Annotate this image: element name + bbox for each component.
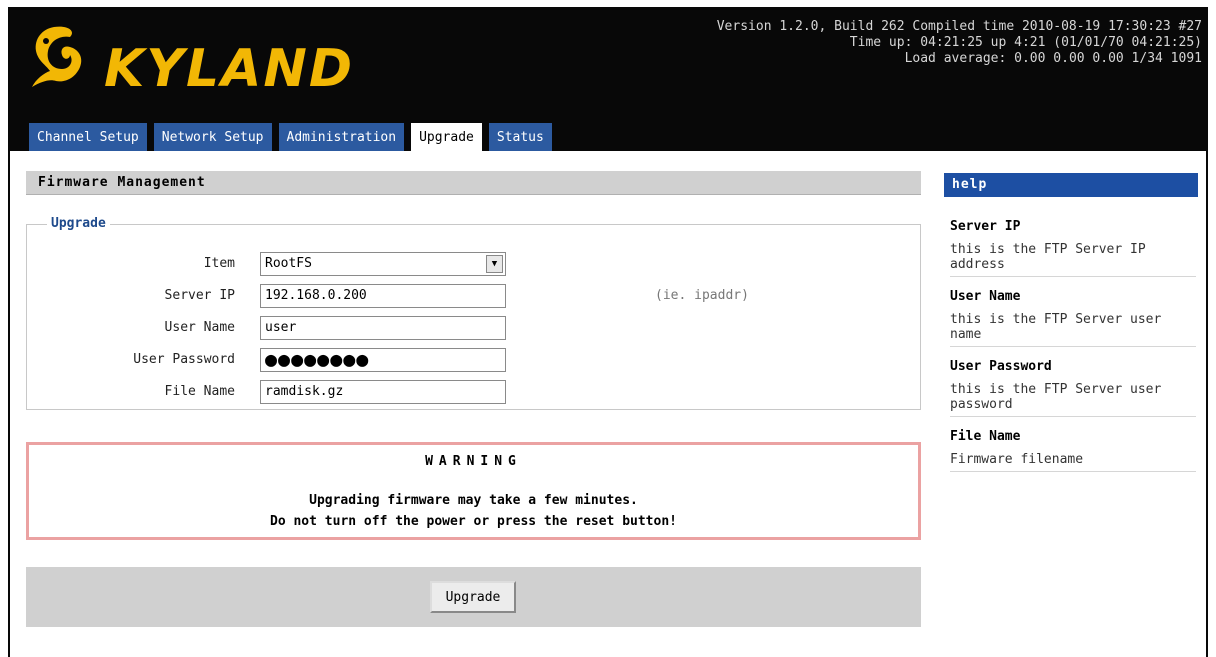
item-selected-value: RootFS bbox=[265, 256, 312, 271]
server-ip-hint: (ie. ipaddr) bbox=[655, 288, 749, 303]
help-heading: File Name bbox=[950, 429, 1021, 444]
kyland-dragon-icon bbox=[32, 26, 82, 87]
app-frame: KYLAND Version 1.2.0, Build 262 Compiled… bbox=[8, 7, 1208, 657]
help-description: this is the FTP Server user name bbox=[950, 312, 1162, 342]
user-name-input[interactable]: user bbox=[260, 316, 506, 340]
help-title: help bbox=[944, 173, 1198, 197]
warning-line-2: Do not turn off the power or press the r… bbox=[270, 514, 677, 529]
user-name-row: User Name user bbox=[27, 316, 907, 340]
file-name-row: File Name ramdisk.gz bbox=[27, 380, 907, 404]
button-bar: Upgrade bbox=[26, 567, 921, 627]
upgrade-fieldset: Upgrade Item RootFS ▼ Server IP 192.168.… bbox=[26, 216, 921, 410]
user-password-label: User Password bbox=[133, 352, 235, 367]
item-label: Item bbox=[203, 256, 235, 271]
file-name-input[interactable]: ramdisk.gz bbox=[260, 380, 506, 404]
chevron-down-icon[interactable]: ▼ bbox=[486, 255, 503, 273]
file-name-label: File Name bbox=[164, 384, 235, 399]
server-ip-label: Server IP bbox=[164, 288, 235, 303]
help-description: this is the FTP Server user password bbox=[950, 382, 1162, 412]
help-panel: Server IP this is the FTP Server IP addr… bbox=[950, 219, 1196, 484]
user-password-row: User Password ●●●●●●●● bbox=[27, 348, 907, 372]
user-password-input[interactable]: ●●●●●●●● bbox=[260, 348, 506, 372]
help-description: Firmware filename bbox=[950, 452, 1084, 467]
upgrade-button[interactable]: Upgrade bbox=[430, 581, 516, 613]
version-line: Version 1.2.0, Build 262 Compiled time 2… bbox=[716, 19, 1202, 34]
warning-line-1: Upgrading firmware may take a few minute… bbox=[309, 493, 638, 508]
help-item: Server IP this is the FTP Server IP addr… bbox=[950, 219, 1196, 277]
tab-administration[interactable]: Administration bbox=[278, 123, 405, 151]
tab-upgrade[interactable]: Upgrade bbox=[411, 123, 482, 151]
logo: KYLAND bbox=[24, 21, 364, 101]
help-heading: Server IP bbox=[950, 219, 1021, 234]
server-ip-row: Server IP 192.168.0.200 (ie. ipaddr) bbox=[27, 284, 907, 308]
help-description: this is the FTP Server IP address bbox=[950, 242, 1146, 272]
logo-text: KYLAND bbox=[104, 39, 355, 99]
header: KYLAND Version 1.2.0, Build 262 Compiled… bbox=[8, 7, 1208, 151]
fieldset-legend: Upgrade bbox=[47, 216, 110, 231]
uptime-line: Time up: 04:21:25 up 4:21 (01/01/70 04:2… bbox=[849, 35, 1202, 50]
help-heading: User Name bbox=[950, 289, 1021, 304]
main-tabs: Channel Setup Network Setup Administrati… bbox=[29, 123, 552, 151]
user-name-label: User Name bbox=[164, 320, 235, 335]
server-ip-input[interactable]: 192.168.0.200 bbox=[260, 284, 506, 308]
help-heading: User Password bbox=[950, 359, 1052, 374]
tab-channel-setup[interactable]: Channel Setup bbox=[29, 123, 147, 151]
item-select[interactable]: RootFS ▼ bbox=[260, 252, 506, 276]
load-average-line: Load average: 0.00 0.00 0.00 1/34 1091 bbox=[904, 51, 1202, 66]
warning-box: WARNING Upgrading firmware may take a fe… bbox=[26, 442, 921, 540]
tab-status[interactable]: Status bbox=[488, 123, 552, 151]
help-item: User Name this is the FTP Server user na… bbox=[950, 289, 1196, 347]
tab-network-setup[interactable]: Network Setup bbox=[153, 123, 272, 151]
help-item: User Password this is the FTP Server use… bbox=[950, 359, 1196, 417]
item-row: Item RootFS ▼ bbox=[27, 252, 907, 276]
warning-title: WARNING bbox=[425, 454, 522, 469]
help-item: File Name Firmware filename bbox=[950, 429, 1196, 472]
page-title: Firmware Management bbox=[26, 171, 921, 195]
version-info: Version 1.2.0, Build 262 Compiled time 2… bbox=[717, 19, 1202, 67]
main-content: Firmware Management Upgrade Item RootFS … bbox=[8, 151, 1208, 657]
